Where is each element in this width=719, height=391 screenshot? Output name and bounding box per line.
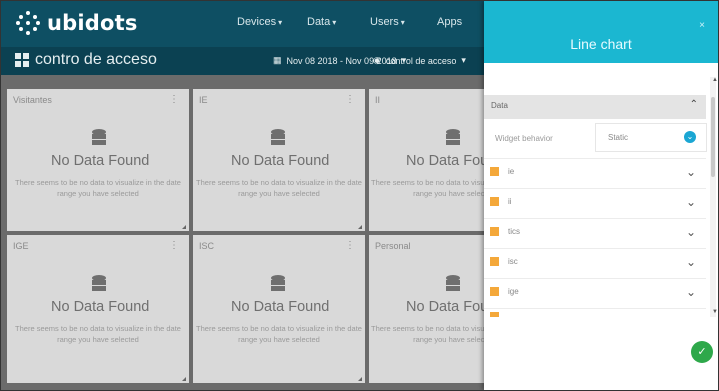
nav-devices-label: Devices [237,16,277,28]
widget-menu-icon[interactable]: ⋮ [345,240,355,251]
widget-title: II [375,95,381,105]
dashboard-grid-icon [15,53,29,67]
chevron-down-icon[interactable]: ⌄ [686,195,696,209]
variable-color-swatch [490,287,499,296]
widget-title: ISC [199,241,215,251]
chevron-down-icon[interactable]: ⌄ [686,225,696,239]
database-icon [92,129,106,145]
chevron-down-icon: ⌄ [684,131,696,143]
logo-text: ubidots [47,11,138,35]
chevron-down-icon[interactable]: ⌄ [686,255,696,269]
database-icon [92,275,106,291]
widget-title: IE [199,95,208,105]
nav-apps-label: Apps [437,16,463,28]
caret-down-icon: ▾ [400,18,405,27]
database-icon [271,129,285,145]
widget-card[interactable]: IE ⋮ No Data Found There seems to be no … [193,89,365,231]
confirm-button[interactable]: ✓ [691,341,713,363]
nav-data[interactable]: Data ▾ [307,16,336,28]
widget-title: Visitantes [13,95,52,105]
panel-header: Line chart × [484,1,718,63]
widget-menu-icon[interactable]: ⋮ [345,94,355,105]
scrollbar-thumb[interactable] [711,97,715,177]
variable-row[interactable]: ii ⌄ [484,188,706,219]
widget-card[interactable]: IGE ⋮ No Data Found There seems to be no… [7,235,189,383]
app-window: ubidots Devices ▾ Data ▾ Users ▾ Apps contr… [0,0,719,391]
dashboard-title[interactable]: contro de acceso [15,51,157,69]
resize-handle[interactable] [358,377,362,381]
ubidots-logo[interactable]: ubidots [15,9,138,37]
resize-handle[interactable] [358,225,362,229]
variable-row[interactable]: ie ⌄ [484,158,706,189]
caret-down-icon: ▾ [461,55,466,65]
nav-devices[interactable]: Devices ▾ [237,16,282,28]
resize-handle[interactable] [182,225,186,229]
variable-color-swatch [490,197,499,206]
widget-behavior-value: Static [608,133,629,142]
data-section-header[interactable]: Data ⌃ [484,95,706,119]
chevron-down-icon[interactable]: ⌄ [686,165,696,179]
no-data-message: There seems to be no data to visualize i… [196,324,362,344]
variable-color-swatch [490,167,499,176]
logo-dots-icon [15,10,41,36]
variable-row[interactable]: tics ⌄ [484,218,706,249]
variable-row[interactable]: ige ⌄ [484,278,706,309]
section-label: Data [491,101,508,110]
no-data-message: There seems to be no data to visualize i… [15,324,181,344]
panel-title: Line chart [570,36,632,52]
no-data-title: No Data Found [51,299,150,315]
widget-card[interactable]: Visitantes ⋮ No Data Found There seems t… [7,89,189,231]
variable-row[interactable]: isc ⌄ [484,248,706,279]
widget-menu-icon[interactable]: ⋮ [169,240,179,251]
calendar-icon: ▦ [273,55,282,65]
widget-behavior-select[interactable]: Static ⌄ [595,123,707,152]
dashboard-selector-icon: ◉ [373,55,381,65]
close-icon[interactable]: × [699,20,705,31]
scroll-up-icon[interactable]: ▲ [712,77,718,83]
database-icon [271,275,285,291]
variable-name: isc [508,257,518,266]
dashboard-selector-label: control de acceso [385,55,457,66]
variable-name: ige [508,287,519,296]
nav-apps[interactable]: Apps [437,16,462,28]
no-data-title: No Data Found [231,299,330,315]
chevron-up-icon: ⌃ [689,99,698,110]
nav-users[interactable]: Users ▾ [370,16,405,28]
widget-menu-icon[interactable]: ⋮ [169,94,179,105]
no-data-title: No Data Found [51,153,150,169]
database-icon [446,275,460,291]
variable-name: ii [508,197,512,206]
variable-color-swatch [490,227,499,236]
caret-down-icon: ▾ [332,18,337,27]
panel-scrollbar[interactable] [710,77,716,317]
dashboard-selector[interactable]: ◉ control de acceso ▾ [373,55,466,66]
widget-settings-panel: Line chart × Data ⌃ Widget behavior Stat… [484,1,718,390]
no-data-message: There seems to be no data to visualize i… [15,178,181,198]
no-data-title: No Data Found [231,153,330,169]
variable-color-swatch [490,257,499,266]
chevron-down-icon[interactable]: ⌄ [686,285,696,299]
nav-users-label: Users [370,16,399,28]
database-icon [446,129,460,145]
no-data-message: There seems to be no data to visualize i… [196,178,362,198]
scroll-down-icon[interactable]: ▼ [712,309,718,315]
variable-name: tics [508,227,520,236]
variable-row-partial [484,308,706,317]
variable-name: ie [508,167,515,176]
caret-down-icon: ▾ [278,18,283,27]
widget-behavior-label: Widget behavior [495,134,553,143]
variable-color-swatch [490,312,499,317]
nav-data-label: Data [307,16,331,28]
dashboard-title-label: contro de acceso [35,51,157,68]
widget-title: Personal [375,241,411,251]
resize-handle[interactable] [182,377,186,381]
widget-card[interactable]: ISC ⋮ No Data Found There seems to be no… [193,235,365,383]
widget-title: IGE [13,241,29,251]
